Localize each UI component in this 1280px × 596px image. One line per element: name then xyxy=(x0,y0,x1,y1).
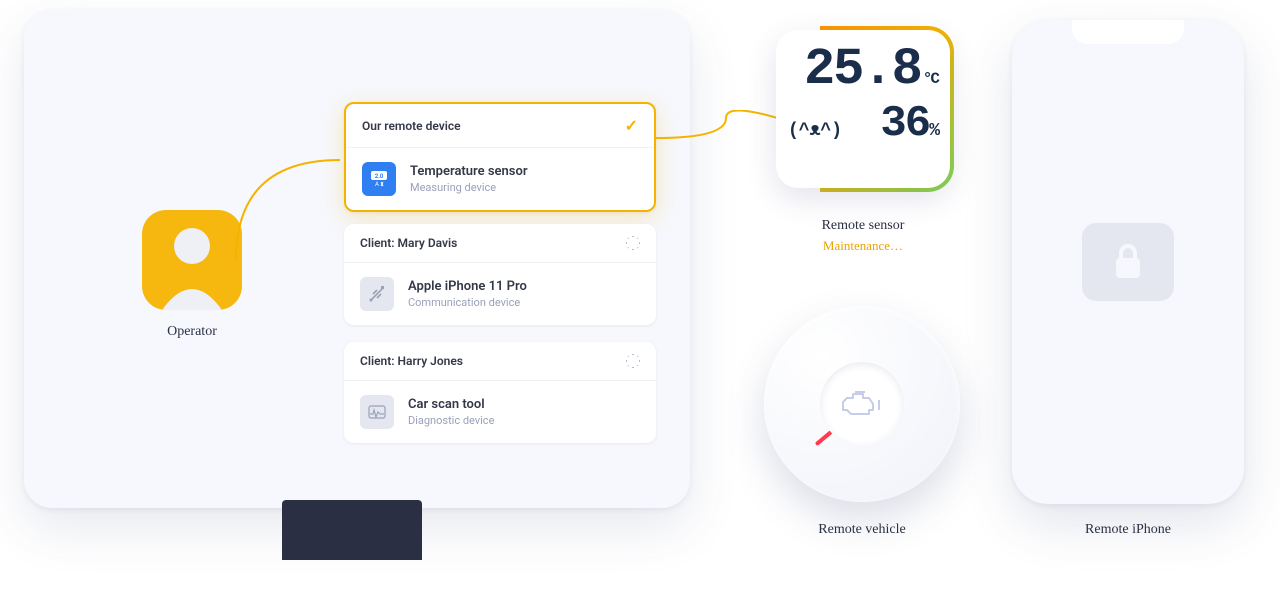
card-header-text: Client: Harry Jones xyxy=(360,354,463,368)
card-body: Apple iPhone 11 Pro Communication device xyxy=(344,263,656,325)
device-card-client-mary[interactable]: Client: Mary Davis Apple iPhone 11 Pro C… xyxy=(344,224,656,325)
loading-spinner-icon xyxy=(626,236,640,250)
remote-sensor-status: Maintenance… xyxy=(776,238,950,254)
operator-label: Operator xyxy=(136,324,248,340)
engine-icon xyxy=(841,388,883,420)
humidity-value: 36 xyxy=(880,99,929,149)
device-card-remote[interactable]: Our remote device ✓ 2.0A Temperature sen… xyxy=(344,102,656,212)
operator-block: Operator xyxy=(136,210,248,340)
dial-center xyxy=(820,362,904,446)
svg-text:2.0: 2.0 xyxy=(375,173,384,180)
loading-spinner-icon xyxy=(626,354,640,368)
lock-tile xyxy=(1082,223,1174,301)
card-header-text: Our remote device xyxy=(362,119,461,133)
card-header: Our remote device ✓ xyxy=(346,104,654,148)
face-icon: (^ᴥ^) xyxy=(788,121,842,141)
temperature-value: 25.8 xyxy=(804,44,921,96)
device-type: Measuring device xyxy=(410,181,528,194)
check-icon: ✓ xyxy=(625,116,638,135)
device-name: Temperature sensor xyxy=(410,164,528,179)
lock-icon xyxy=(1110,242,1146,282)
card-header: Client: Harry Jones xyxy=(344,342,656,381)
remote-sensor-display: 25.8 °C (^ᴥ^) 36% xyxy=(776,30,950,188)
card-body: Car scan tool Diagnostic device xyxy=(344,381,656,443)
ecg-icon xyxy=(360,395,394,429)
temperature-unit: °C xyxy=(923,70,938,88)
device-name: Car scan tool xyxy=(408,397,494,412)
svg-text:A: A xyxy=(375,181,379,188)
avatar-icon xyxy=(142,210,242,310)
device-card-client-harry[interactable]: Client: Harry Jones Car scan tool Diagno… xyxy=(344,342,656,443)
sensor-icon: 2.0A xyxy=(362,162,396,196)
phone-notch xyxy=(1072,20,1184,44)
operator-avatar xyxy=(142,210,242,310)
remote-sensor-label-block: Remote sensor Maintenance… xyxy=(776,218,950,254)
card-body: 2.0A Temperature sensor Measuring device xyxy=(346,148,654,210)
operator-tablet: Operator Our remote device ✓ 2.0A Temper… xyxy=(24,10,690,508)
tablet-stand xyxy=(282,500,422,560)
usb-icon xyxy=(360,277,394,311)
device-type: Communication device xyxy=(408,296,527,309)
device-type: Diagnostic device xyxy=(408,414,494,427)
card-header-text: Client: Mary Davis xyxy=(360,236,457,250)
remote-iphone-label: Remote iPhone xyxy=(1012,522,1244,538)
card-header: Client: Mary Davis xyxy=(344,224,656,263)
device-name: Apple iPhone 11 Pro xyxy=(408,279,527,294)
remote-vehicle-dial[interactable] xyxy=(764,306,960,502)
remote-iphone-frame xyxy=(1012,20,1244,504)
humidity-unit: % xyxy=(929,121,938,141)
remote-sensor-label: Remote sensor xyxy=(776,218,950,234)
remote-vehicle-label: Remote vehicle xyxy=(764,522,960,538)
